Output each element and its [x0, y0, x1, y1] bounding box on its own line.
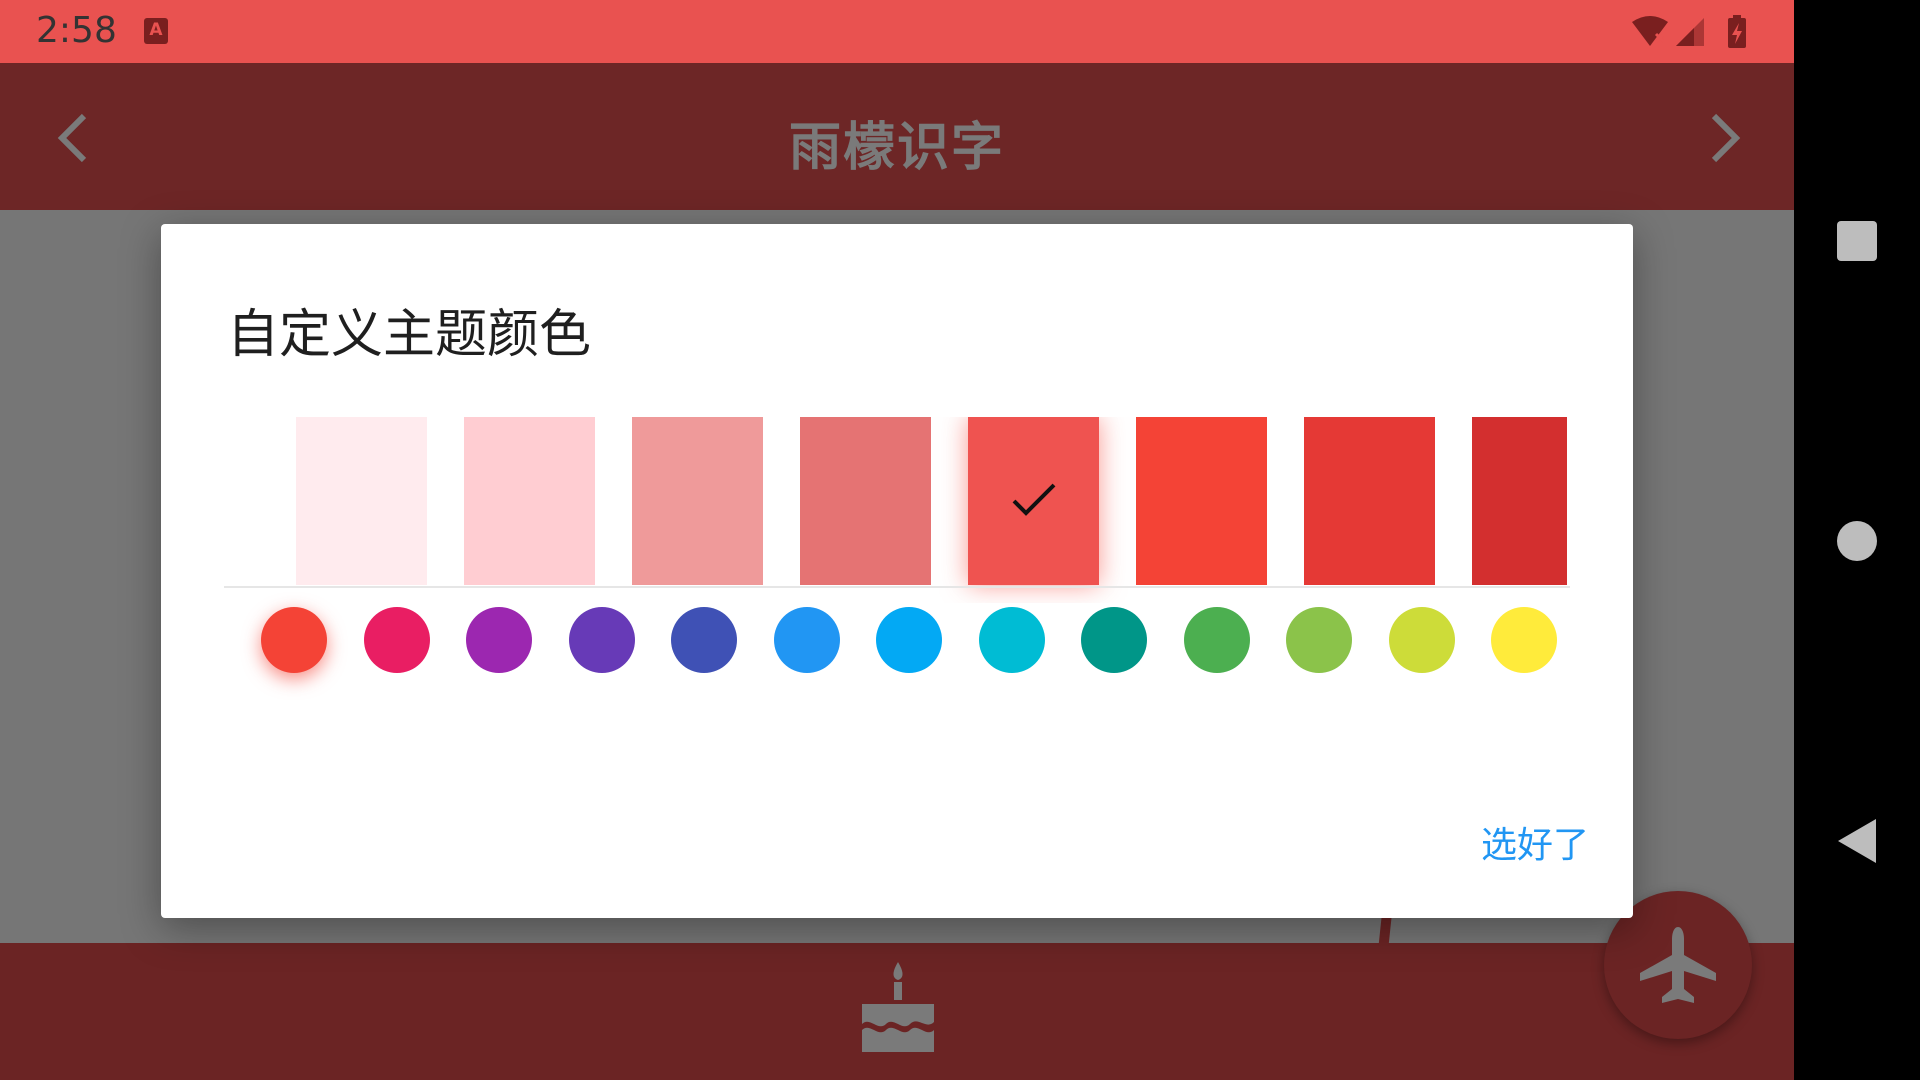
shade-swatch[interactable] — [464, 417, 595, 585]
app-title: 雨檬识字 — [788, 118, 1005, 178]
shade-swatch[interactable] — [1304, 417, 1435, 585]
done-button[interactable]: 选好了 — [1473, 812, 1597, 872]
check-icon — [1012, 483, 1056, 516]
divider — [224, 586, 1570, 588]
color-dot[interactable] — [261, 607, 327, 673]
color-dot[interactable] — [774, 607, 840, 673]
recents-square-icon[interactable] — [1837, 221, 1877, 261]
app-bar: 雨檬识字 — [0, 63, 1794, 210]
shade-swatch[interactable] — [968, 417, 1099, 585]
notification-icon: A — [144, 18, 168, 44]
airplane-icon — [1640, 927, 1716, 1003]
shade-swatch[interactable] — [632, 417, 763, 585]
color-dot[interactable] — [1184, 607, 1250, 673]
color-dot[interactable] — [979, 607, 1045, 673]
chevron-right-icon[interactable] — [1700, 108, 1750, 168]
status-bar: 2:58 A — [0, 0, 1794, 63]
shade-strip[interactable] — [221, 417, 1567, 603]
theme-color-dialog: 自定义主题颜色 选好了 — [161, 224, 1633, 918]
status-time: 2:58 — [36, 10, 117, 51]
wifi-icon — [1632, 16, 1668, 46]
shade-swatch[interactable] — [296, 417, 427, 585]
dialog-title: 自定义主题颜色 — [227, 305, 592, 365]
background-mark — [1378, 918, 1392, 946]
shade-swatch[interactable] — [800, 417, 931, 585]
color-dot[interactable] — [1491, 607, 1557, 673]
signal-icon — [1676, 18, 1704, 46]
shade-swatch[interactable] — [1136, 417, 1267, 585]
home-circle-icon[interactable] — [1837, 521, 1877, 561]
cake-icon[interactable] — [858, 962, 938, 1054]
battery-charging-icon — [1728, 15, 1746, 48]
app-screen: 2:58 A 雨檬识字 自定义主题颜色 选好了 — [0, 0, 1794, 1080]
color-dot[interactable] — [876, 607, 942, 673]
system-nav-bar — [1794, 0, 1920, 1080]
back-triangle-icon[interactable] — [1836, 817, 1878, 865]
color-dot[interactable] — [1081, 607, 1147, 673]
color-dot[interactable] — [1286, 607, 1352, 673]
color-dot[interactable] — [569, 607, 635, 673]
color-dot[interactable] — [364, 607, 430, 673]
color-dot[interactable] — [1389, 607, 1455, 673]
color-dot[interactable] — [671, 607, 737, 673]
color-dot[interactable] — [466, 607, 532, 673]
status-icons — [1632, 15, 1746, 48]
shade-swatch[interactable] — [1472, 417, 1567, 585]
